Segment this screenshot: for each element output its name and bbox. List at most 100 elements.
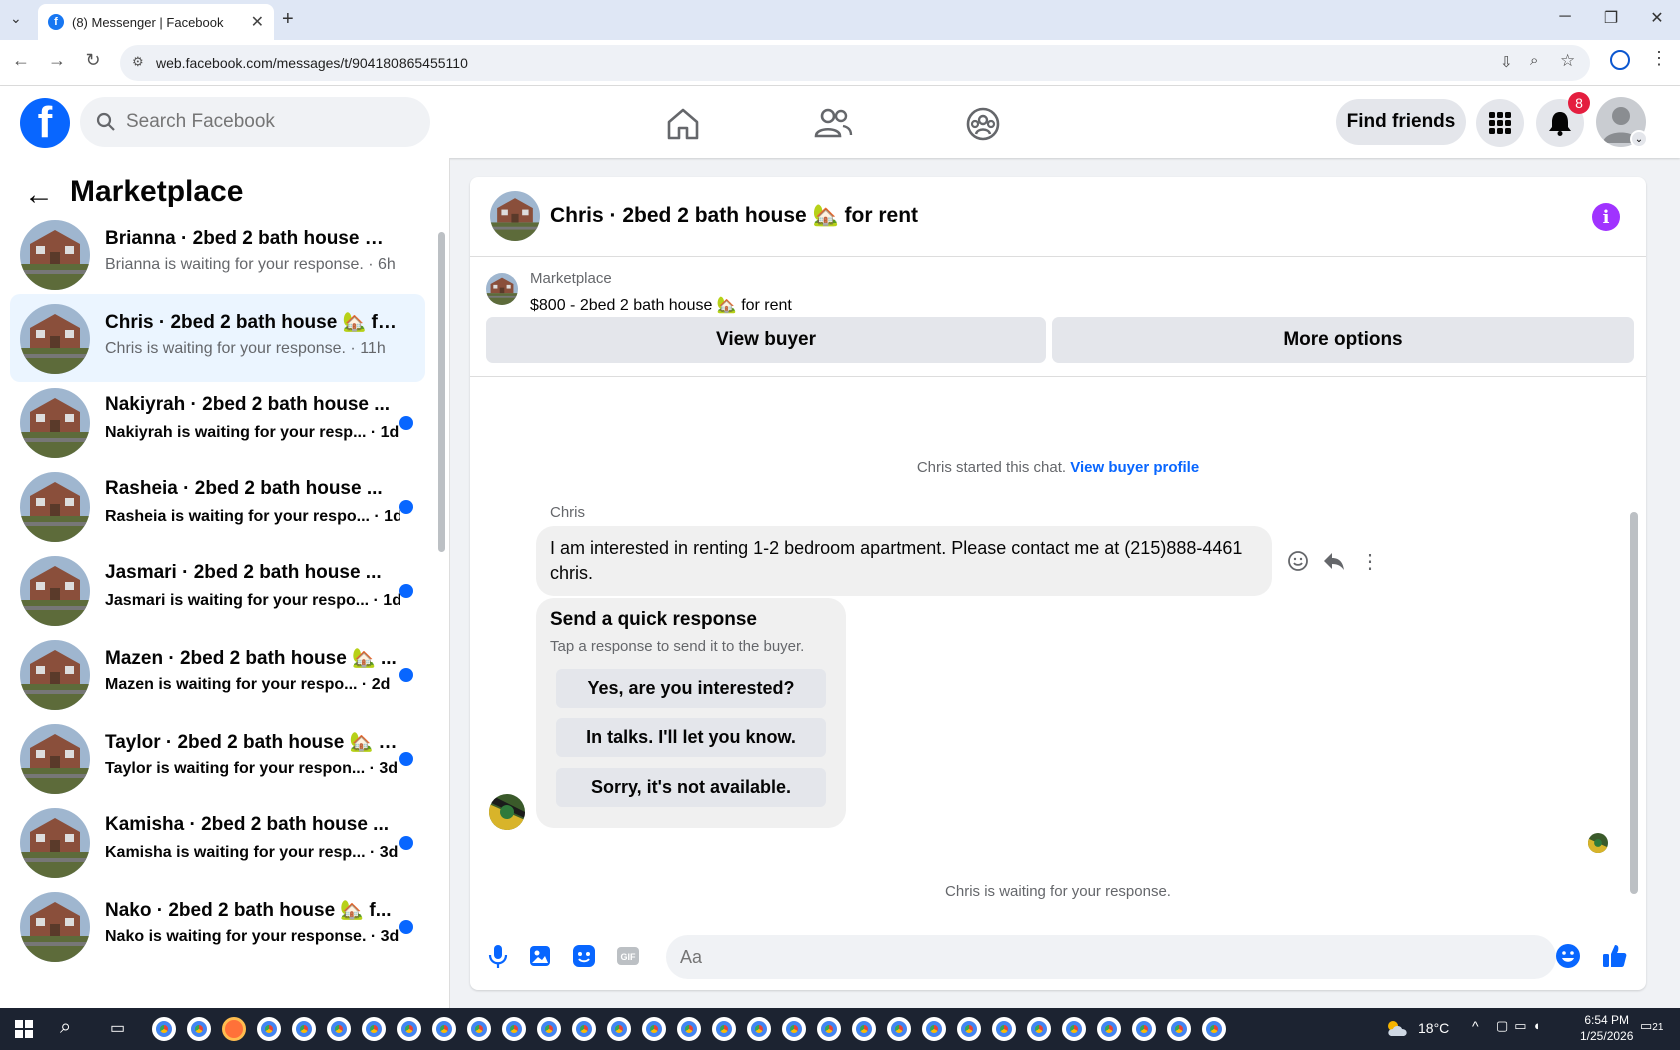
chat-scrollbar[interactable] xyxy=(1630,512,1638,894)
view-buyer-button[interactable]: View buyer xyxy=(486,317,1046,363)
taskbar-browser-icon[interactable] xyxy=(187,1017,211,1041)
facebook-logo-icon[interactable]: f xyxy=(20,98,70,148)
task-view-icon[interactable]: ▭ xyxy=(110,1018,125,1038)
new-tab-icon[interactable]: + xyxy=(282,8,294,31)
conversation-item[interactable]: Jasmari · 2bed 2 bath house ... Jasmari i… xyxy=(10,546,425,634)
site-info-icon[interactable]: ⚙ xyxy=(132,54,144,70)
taskbar-browser-icon[interactable] xyxy=(1167,1017,1191,1041)
windows-start-icon[interactable] xyxy=(15,1020,33,1038)
info-icon[interactable]: i xyxy=(1592,203,1620,231)
taskbar-search-icon[interactable]: ⌕ xyxy=(60,1016,71,1039)
listing-price-title[interactable]: $800 - 2bed 2 bath house 🏡 for rent xyxy=(530,295,792,315)
url-field[interactable]: ⚙ web.facebook.com/messages/t/9041808654… xyxy=(120,45,1590,81)
conversation-item[interactable]: Chris · 2bed 2 bath house 🏡 for ... Chris… xyxy=(10,294,425,382)
sender-avatar[interactable] xyxy=(489,794,525,830)
taskbar-browser-icon[interactable] xyxy=(1132,1017,1156,1041)
tab-close-icon[interactable]: ✕ xyxy=(251,12,264,32)
search-box[interactable] xyxy=(80,97,430,147)
notification-center-icon[interactable]: ▭21 xyxy=(1640,1018,1663,1034)
groups-icon[interactable] xyxy=(963,104,1003,144)
restore-icon[interactable]: ❐ xyxy=(1596,8,1626,32)
taskbar-browser-icon[interactable] xyxy=(607,1017,631,1041)
install-icon[interactable]: ⇩ xyxy=(1500,53,1513,71)
taskbar-browser-icon[interactable] xyxy=(852,1017,876,1041)
taskbar-browser-icon[interactable] xyxy=(537,1017,561,1041)
home-icon[interactable] xyxy=(663,104,703,144)
quick-reply-in-talks-button[interactable]: In talks. I'll let you know. xyxy=(556,718,826,757)
search-input[interactable] xyxy=(126,111,416,133)
taskbar-browser-icon[interactable] xyxy=(887,1017,911,1041)
message-more-icon[interactable]: ⋮ xyxy=(1358,549,1382,573)
conversation-item[interactable]: Brianna · 2bed 2 bath house 🏡 f... Briann… xyxy=(10,210,425,298)
menu-dots-icon[interactable]: ⋮ xyxy=(1650,48,1668,69)
taskbar-browser-icon[interactable] xyxy=(712,1017,736,1041)
taskbar-browser-icon[interactable] xyxy=(992,1017,1016,1041)
quick-reply-not-available-button[interactable]: Sorry, it's not available. xyxy=(556,768,826,807)
quick-reply-interested-button[interactable]: Yes, are you interested? xyxy=(556,669,826,708)
sidebar-scrollbar[interactable] xyxy=(438,232,445,552)
conversation-item[interactable]: Nakiyrah · 2bed 2 bath house ... Nakiyrah… xyxy=(10,378,425,466)
window-close-icon[interactable]: ✕ xyxy=(1642,8,1672,32)
taskbar-browser-icon[interactable] xyxy=(1202,1017,1226,1041)
forward-icon[interactable]: → xyxy=(44,50,70,76)
taskbar-browser-icon[interactable] xyxy=(782,1017,806,1041)
profile-icon[interactable] xyxy=(1610,50,1630,70)
taskbar-browser-icon[interactable] xyxy=(1097,1017,1121,1041)
message-input[interactable] xyxy=(666,935,1556,979)
view-buyer-profile-link[interactable]: View buyer profile xyxy=(1070,459,1199,476)
taskbar-browser-icon[interactable] xyxy=(152,1017,176,1041)
taskbar-browser-icon[interactable] xyxy=(432,1017,456,1041)
taskbar-browser-icon[interactable] xyxy=(642,1017,666,1041)
listing-thumbnail[interactable] xyxy=(490,191,540,241)
react-emoji-icon[interactable] xyxy=(1286,549,1310,573)
tray-system-icons[interactable]: ▢▭◖ xyxy=(1496,1018,1546,1034)
chat-title[interactable]: Chris · 2bed 2 bath house 🏡 for rent xyxy=(550,204,918,228)
conversation-item[interactable]: Kamisha · 2bed 2 bath house ... Kamisha i… xyxy=(10,798,425,886)
listing-small-thumbnail[interactable] xyxy=(486,273,518,305)
photo-icon[interactable] xyxy=(526,942,554,970)
back-icon[interactable]: ← xyxy=(8,50,34,76)
friends-icon[interactable] xyxy=(813,104,853,144)
taskbar-clock[interactable]: 6:54 PM 1/25/2026 xyxy=(1580,1012,1633,1044)
taskbar-browser-icon[interactable] xyxy=(957,1017,981,1041)
zoom-icon[interactable]: ⌕ xyxy=(1530,52,1538,69)
taskbar-browser-icon[interactable] xyxy=(397,1017,421,1041)
taskbar-browser-icon[interactable] xyxy=(222,1017,246,1041)
back-arrow-icon[interactable]: ← xyxy=(24,178,54,212)
taskbar-browser-icon[interactable] xyxy=(922,1017,946,1041)
conversation-item[interactable]: Rasheia · 2bed 2 bath house ... Rasheia i… xyxy=(10,462,425,550)
taskbar-browser-icon[interactable] xyxy=(502,1017,526,1041)
taskbar-browser-icon[interactable] xyxy=(362,1017,386,1041)
weather-icon[interactable] xyxy=(1384,1018,1410,1038)
conversation-item[interactable]: Nako · 2bed 2 bath house 🏡 f... Nako is w… xyxy=(10,882,425,970)
more-options-button[interactable]: More options xyxy=(1052,317,1634,363)
gif-icon[interactable]: GIF xyxy=(614,942,642,970)
message-bubble[interactable]: I am interested in renting 1-2 bedroom a… xyxy=(536,526,1272,596)
browser-tab[interactable]: f (8) Messenger | Facebook ✕ xyxy=(38,4,274,40)
tab-list-icon[interactable]: ⌄ xyxy=(10,10,22,27)
account-chevron-icon[interactable]: ⌄ xyxy=(1630,130,1648,148)
taskbar-browser-icon[interactable] xyxy=(467,1017,491,1041)
taskbar-browser-icon[interactable] xyxy=(292,1017,316,1041)
taskbar-browser-icon[interactable] xyxy=(327,1017,351,1041)
taskbar-browser-icon[interactable] xyxy=(817,1017,841,1041)
taskbar-browser-icon[interactable] xyxy=(677,1017,701,1041)
microphone-icon[interactable] xyxy=(484,942,512,970)
find-friends-button[interactable]: Find friends xyxy=(1336,99,1466,145)
conversation-item[interactable]: Taylor · 2bed 2 bath house 🏡 f... Taylor … xyxy=(10,714,425,802)
conversation-item[interactable]: Mazen · 2bed 2 bath house 🏡 ... Mazen is … xyxy=(10,630,425,718)
reload-icon[interactable]: ↻ xyxy=(80,50,106,76)
sticker-icon[interactable] xyxy=(570,942,598,970)
thumbs-up-icon[interactable] xyxy=(1600,942,1628,970)
emoji-icon[interactable] xyxy=(1554,942,1582,970)
taskbar-browser-icon[interactable] xyxy=(257,1017,281,1041)
taskbar-browser-icon[interactable] xyxy=(747,1017,771,1041)
reply-icon[interactable] xyxy=(1322,549,1346,573)
minimize-icon[interactable]: ─ xyxy=(1550,8,1580,32)
taskbar-browser-icon[interactable] xyxy=(572,1017,596,1041)
menu-grid-button[interactable] xyxy=(1476,99,1524,147)
bookmark-star-icon[interactable]: ☆ xyxy=(1560,51,1575,71)
taskbar-browser-icon[interactable] xyxy=(1062,1017,1086,1041)
tray-chevron-icon[interactable]: ^ xyxy=(1472,1018,1479,1034)
taskbar-browser-icon[interactable] xyxy=(1027,1017,1051,1041)
